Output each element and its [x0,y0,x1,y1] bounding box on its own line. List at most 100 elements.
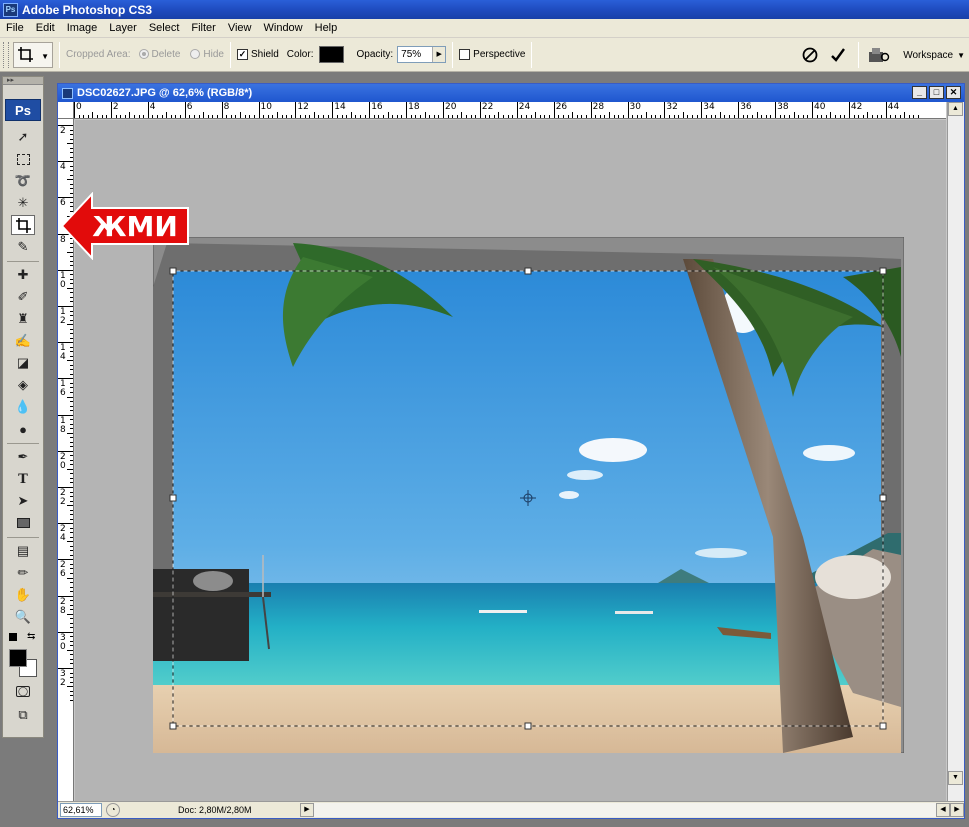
healing-brush-tool[interactable]: ✚ [11,265,35,285]
path-selection-tool[interactable]: ➤ [11,491,35,511]
magic-wand-tool[interactable]: ✳ [11,193,35,213]
tool-preset-picker[interactable]: ▼ [13,41,53,68]
menu-file[interactable]: File [0,19,30,38]
hide-radio[interactable]: Hide [190,49,224,60]
scroll-left-button[interactable]: ◀ [936,803,950,817]
opacity-value[interactable]: 75% [398,49,432,60]
shield-checkbox[interactable]: ✓ Shield [236,48,279,60]
move-tool[interactable]: ➚ [11,127,35,147]
opacity-field[interactable]: 75% ▶ [397,46,447,63]
eraser-tool[interactable]: ◪ [11,353,35,373]
magic-wand-icon: ✳ [17,195,29,210]
ruler-tick [779,115,781,118]
foreground-color-swatch[interactable] [9,649,27,667]
clone-stamp-tool[interactable]: ♜ [11,309,35,329]
delete-radio[interactable]: Delete [138,49,181,60]
close-button[interactable]: ✕ [946,86,961,99]
ruler-tick [67,179,73,181]
ruler-tick [70,477,73,479]
perspective-checkbox[interactable]: Perspective [459,48,525,60]
lasso-tool[interactable]: ➰ [11,171,35,191]
menu-select[interactable]: Select [143,19,186,38]
history-brush-tool[interactable]: ✍ [11,331,35,351]
options-bar-grip[interactable] [3,41,9,68]
bridge-button[interactable] [868,44,890,66]
status-menu-button[interactable]: ▶ [300,803,314,817]
ruler-tick [825,115,827,118]
status-info-icon[interactable]: ◔ [106,803,120,817]
document-title-bar[interactable]: DSC02627.JPG @ 62,6% (RGB/8*) _ □ ✕ [58,84,964,102]
horizontal-scrollbar[interactable] [314,803,936,817]
doc-info[interactable]: Doc: 2,80M/2,80M [130,805,300,815]
opacity-slider-button[interactable]: ▶ [432,47,446,62]
scroll-down-button[interactable]: ▼ [948,771,963,785]
ruler-tick [70,301,73,303]
delete-label: Delete [151,49,181,60]
zoom-field[interactable]: 62,61% [60,803,102,817]
menu-edit[interactable]: Edit [30,19,61,38]
pen-tool[interactable]: ✒ [11,447,35,467]
ruler-tick [70,152,73,154]
menu-window[interactable]: Window [258,19,309,38]
dodge-tool[interactable]: ● [11,419,35,439]
maximize-button[interactable]: □ [929,86,944,99]
menu-layer[interactable]: Layer [103,19,143,38]
commit-crop-button[interactable] [827,44,849,66]
brush-tool[interactable]: ✐ [11,287,35,307]
checkmark-icon: ✓ [236,48,248,60]
screen-mode-button[interactable]: ⧉ [11,705,35,725]
shield-color-swatch[interactable] [319,46,345,63]
workspace-menu[interactable]: Workspace [903,50,953,61]
ruler-tick [590,102,592,118]
options-bar: ▼ Cropped Area: Delete Hide ✓ Shield Colo… [0,38,969,72]
eyedropper-tool[interactable]: ✏ [11,563,35,583]
ruler-tick [281,115,283,118]
photo-canvas[interactable] [153,237,904,753]
ps-logo[interactable]: Ps [5,99,41,121]
type-tool[interactable]: T [11,469,35,489]
eraser-icon: ◪ [16,355,30,370]
hand-tool[interactable]: ✋ [11,585,35,605]
toolbox-grip[interactable]: ▸▸ [3,77,43,85]
quick-mask-button[interactable]: ◯ [11,681,35,701]
scroll-right-button[interactable]: ▶ [950,803,964,817]
vertical-scrollbar[interactable]: ▲ ▼ [947,102,964,802]
ruler-label: 42 [850,102,863,112]
ruler-tick [70,170,73,172]
document-icon [62,87,73,99]
ruler-tick [70,663,73,665]
ruler-tick [378,115,380,118]
menu-image[interactable]: Image [61,19,104,38]
ruler-tick [438,115,440,118]
ruler-tick [692,115,694,118]
ruler-tick [650,115,652,118]
menu-filter[interactable]: Filter [185,19,221,38]
marquee-tool[interactable] [11,149,35,169]
horizontal-ruler[interactable]: 0 2 4 6 8 10 12 14 16 18 20 22 24 26 28 30 32 34 36 38 40 42 4… [74,102,946,119]
ruler-tick [406,102,408,118]
notes-tool[interactable]: ▤ [11,541,35,561]
ruler-tick [853,115,855,118]
zoom-tool[interactable]: 🔍 [11,607,35,627]
ruler-tick [489,115,491,118]
slice-tool[interactable]: ✎ [11,237,35,257]
scroll-up-button[interactable]: ▲ [948,102,963,116]
paint-bucket-tool[interactable]: ◈ [11,375,35,395]
menu-help[interactable]: Help [309,19,344,38]
minimize-button[interactable]: _ [912,86,927,99]
ruler-tick [784,115,786,118]
canvas-area[interactable] [75,120,946,802]
crop-tool[interactable] [11,215,35,235]
swap-colors-icon[interactable]: ⇆ [27,631,35,642]
ruler-tick [424,112,426,118]
blur-tool[interactable]: 💧 [11,397,35,417]
ruler-tick [539,115,541,118]
ruler-origin[interactable] [58,102,74,119]
menu-view[interactable]: View [222,19,258,38]
cancel-crop-button[interactable] [799,44,821,66]
default-colors-icon[interactable] [9,633,17,641]
shape-tool[interactable] [11,513,35,533]
separator [531,41,533,68]
ruler-tick [198,115,200,118]
ruler-tick [70,681,73,683]
